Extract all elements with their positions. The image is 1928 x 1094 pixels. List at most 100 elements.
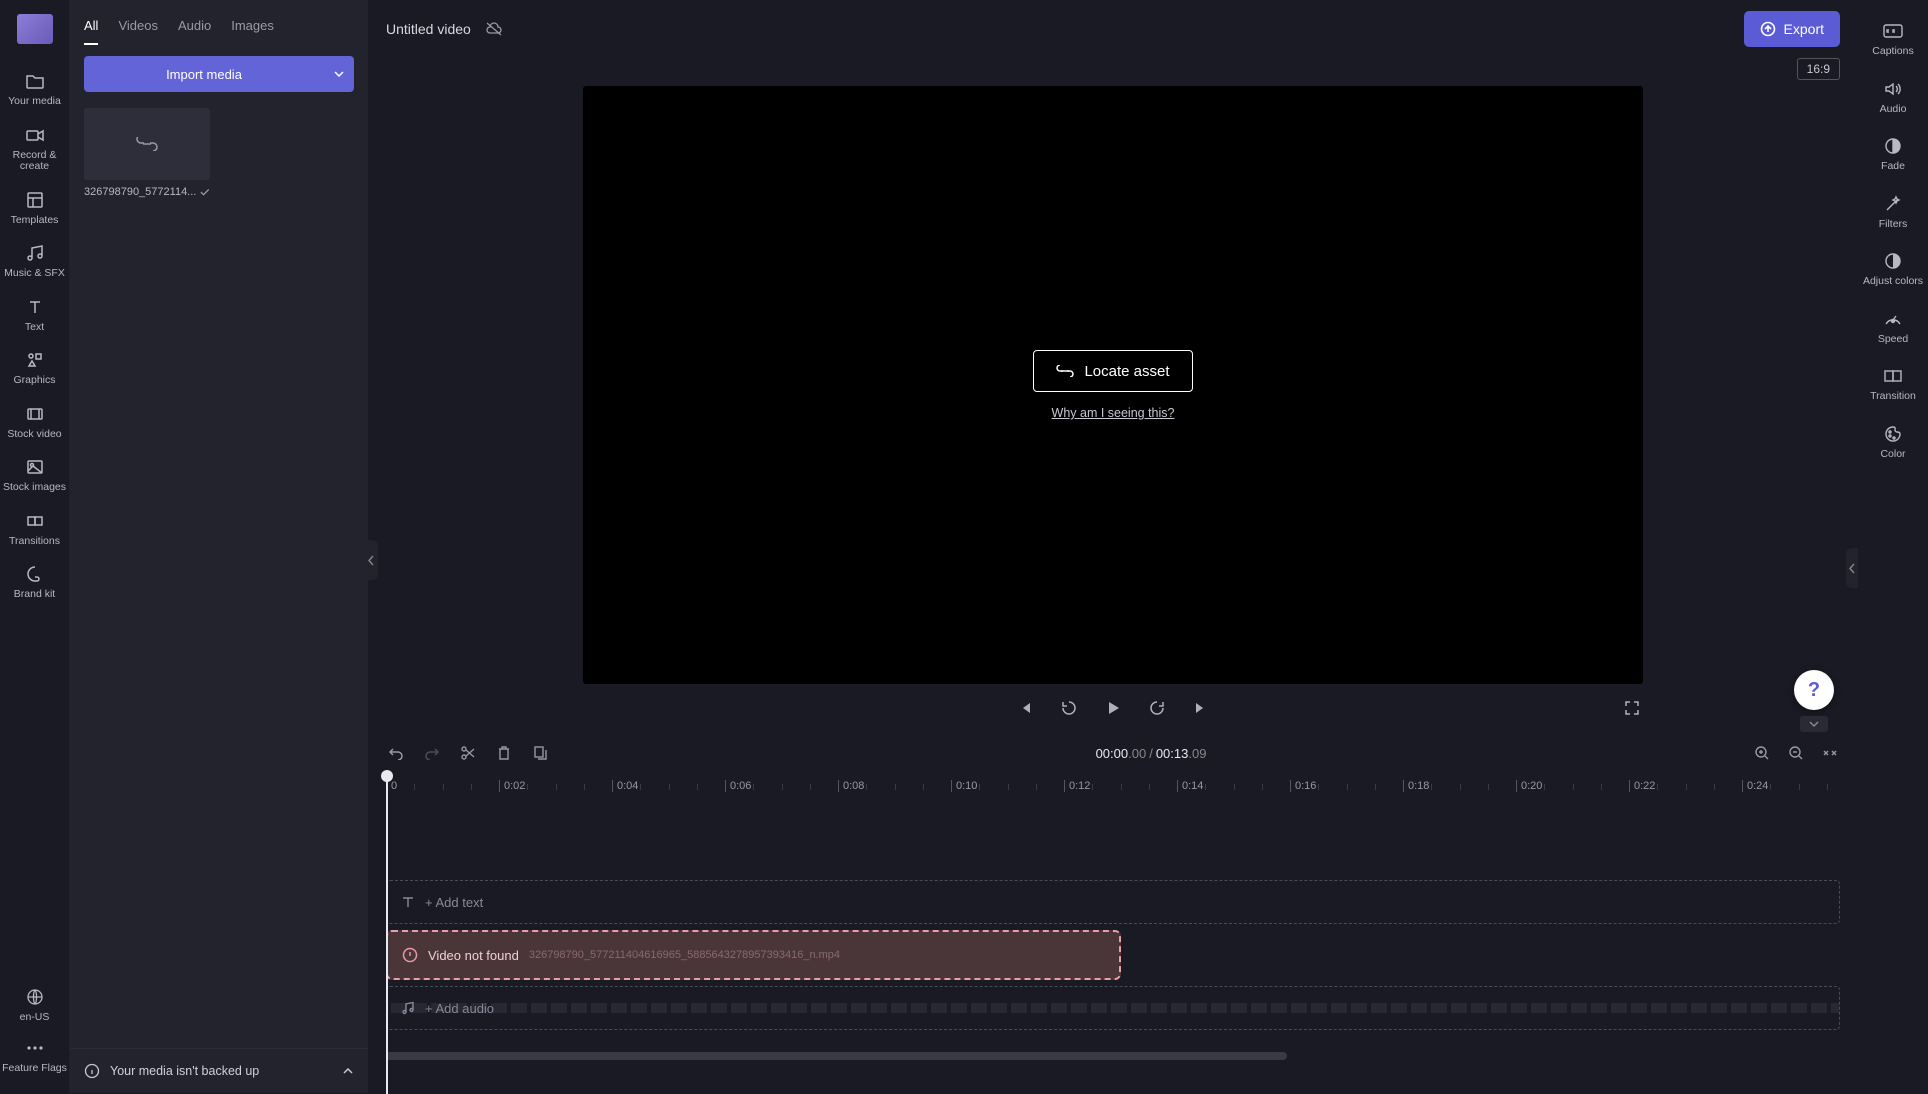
rail-label: Brand kit [14,589,55,601]
rail-text[interactable]: Text [0,290,69,342]
text-track[interactable]: + Add text [386,880,1840,924]
why-seeing-this-link[interactable]: Why am I seeing this? [1052,406,1175,420]
rail-locale[interactable]: en-US [0,980,69,1032]
rr-audio[interactable]: Audio [1858,70,1928,124]
rr-transition[interactable]: Transition [1858,357,1928,411]
ruler-tick: 0:02 [499,780,525,792]
time-duration: 00:13 [1156,746,1189,761]
fit-icon [1822,745,1838,761]
video-clip-missing[interactable]: Video not found 326798790_57721140461696… [386,930,1121,980]
zoom-fit-button[interactable] [1820,743,1840,763]
rr-speed[interactable]: Speed [1858,300,1928,354]
fade-icon [1882,135,1904,157]
ruler-minor-tick [1827,784,1828,790]
timeline-scrollbar[interactable] [386,1052,1840,1066]
preview-canvas: Locate asset Why am I seeing this? [583,86,1643,684]
aspect-ratio-selector[interactable]: 16:9 [1797,58,1840,80]
rr-adjust-colors[interactable]: Adjust colors [1858,242,1928,296]
video-track: Video not found 326798790_57721140461696… [386,930,1840,980]
rr-color[interactable]: Color [1858,415,1928,469]
media-item[interactable]: 326798790_5772114... [84,108,210,198]
ruler-tick: 0:22 [1629,780,1655,792]
audio-track[interactable]: + Add audio [386,986,1840,1030]
undo-button[interactable] [386,743,406,763]
rr-captions[interactable]: Captions [1858,12,1928,66]
rail-stock-video[interactable]: Stock video [0,397,69,449]
ruler-minor-tick [443,784,444,790]
rr-label: Fade [1881,161,1905,173]
skip-start-button[interactable] [1014,697,1036,719]
ruler-minor-tick [895,784,896,790]
export-button[interactable]: Export [1744,11,1840,47]
ruler-minor-tick [1601,784,1602,790]
split-button[interactable] [458,743,478,763]
cloud-off-icon[interactable] [485,21,503,37]
rr-filters[interactable]: Filters [1858,185,1928,239]
rail-record-create[interactable]: Record & create [0,118,69,181]
playhead[interactable] [386,774,388,1094]
delete-button[interactable] [494,743,514,763]
left-rail: Your media Record & create Templates Mus… [0,0,70,1093]
rr-label: Captions [1872,46,1913,58]
help-button[interactable]: ? [1794,670,1834,710]
duplicate-button[interactable] [530,743,550,763]
timeline-ruler[interactable]: 00:020:040:060:080:100:120:140:160:180:2… [386,774,1840,802]
ruler-minor-tick [810,784,811,790]
help-expand[interactable] [1800,716,1828,732]
color-icon [1882,423,1904,445]
step-forward-button[interactable] [1146,697,1168,719]
redo-button[interactable] [422,743,442,763]
rail-feature-flags[interactable]: Feature Flags [0,1031,69,1083]
transition-icon [1882,365,1904,387]
import-media-dropdown[interactable] [324,56,354,92]
fullscreen-button[interactable] [1621,697,1643,719]
rail-templates[interactable]: Templates [0,183,69,235]
ruler-minor-tick [1347,784,1348,790]
rail-music-sfx[interactable]: Music & SFX [0,236,69,288]
project-title[interactable]: Untitled video [386,21,471,37]
main-area: Untitled video Export 16:9 Locate asset … [368,0,1858,1093]
tab-all[interactable]: All [84,12,98,45]
play-button[interactable] [1102,697,1124,719]
skip-end-button[interactable] [1190,697,1212,719]
timeline-zoom-tools [1752,743,1840,763]
zoom-in-button[interactable] [1752,743,1772,763]
chevron-left-icon [1849,563,1856,574]
ruler-minor-tick [1375,784,1376,790]
rail-brand-kit[interactable]: Brand kit [0,557,69,609]
rail-label: Transitions [9,536,60,548]
transitions-icon [24,510,46,532]
rr-label: Transition [1870,391,1916,403]
tab-images[interactable]: Images [231,12,274,45]
media-tabs: All Videos Audio Images [70,0,368,46]
camera-icon [24,124,46,146]
time-display: 00:00.00/00:13.09 [566,746,1736,761]
import-media-button[interactable]: Import media [84,56,324,92]
speed-icon [1882,308,1904,330]
timeline-toolbar: 00:00.00/00:13.09 [386,732,1840,774]
ruler-minor-tick [1573,784,1574,790]
rail-label: Stock video [7,429,61,441]
rail-label: Templates [11,215,59,227]
zoom-out-button[interactable] [1786,743,1806,763]
step-back-button[interactable] [1058,697,1080,719]
ruler-minor-tick [923,784,924,790]
ruler-minor-tick [640,784,641,790]
tab-audio[interactable]: Audio [178,12,211,45]
backup-bar[interactable]: Your media isn't backed up [70,1048,368,1093]
preview-wrap: 16:9 Locate asset Why am I seeing this? [386,58,1840,732]
time-current-frac: .00 [1128,746,1146,761]
rail-graphics[interactable]: Graphics [0,343,69,395]
rail-stock-images[interactable]: Stock images [0,450,69,502]
rail-your-media[interactable]: Your media [0,64,69,116]
ruler-minor-tick [1121,784,1122,790]
locate-asset-button[interactable]: Locate asset [1033,350,1192,392]
rr-fade[interactable]: Fade [1858,127,1928,181]
scrollbar-thumb[interactable] [386,1052,1287,1060]
rail-transitions[interactable]: Transitions [0,504,69,556]
collapse-right-panel[interactable] [1846,548,1858,588]
left-rail-items: Your media Record & create Templates Mus… [0,58,69,980]
tracks: + Add text Video not found 326798790_577… [386,810,1840,1036]
app-logo[interactable] [0,0,69,58]
tab-videos[interactable]: Videos [118,12,158,45]
